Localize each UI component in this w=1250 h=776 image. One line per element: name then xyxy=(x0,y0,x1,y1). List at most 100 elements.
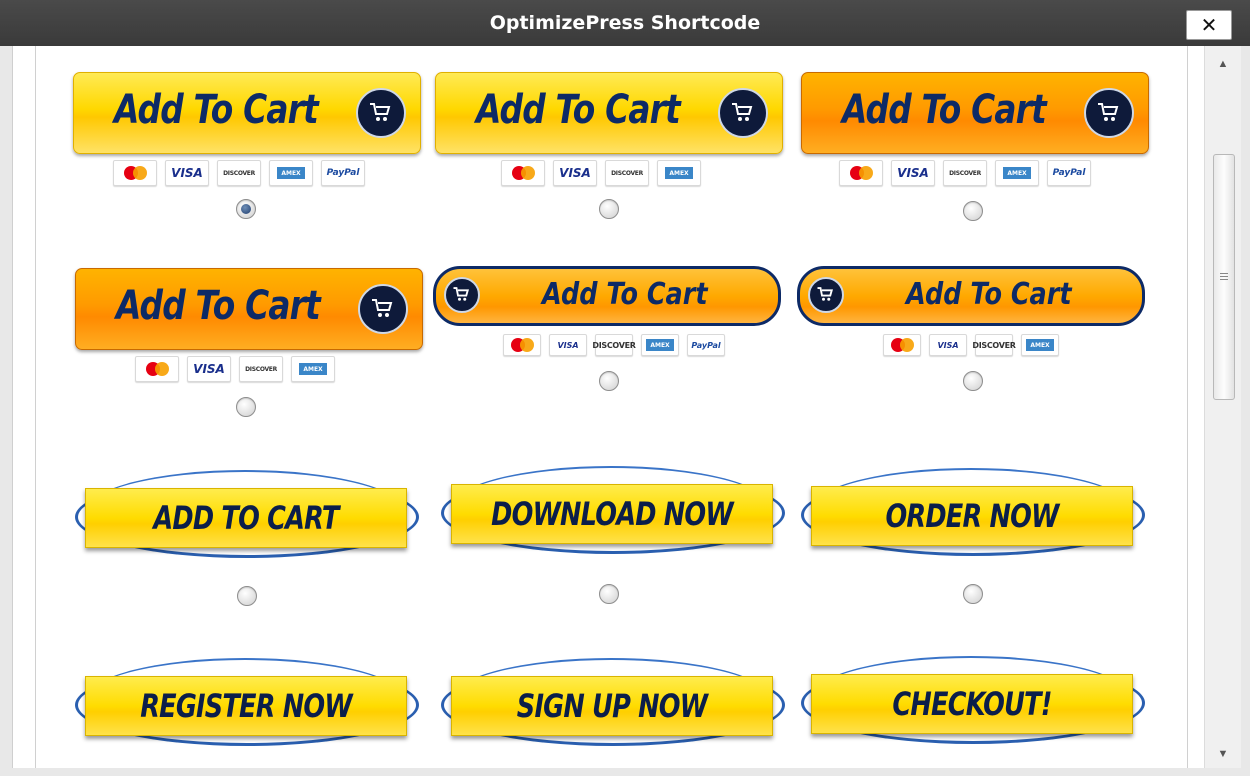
button-label: Add To Cart xyxy=(906,277,1072,312)
style-radio-5[interactable] xyxy=(599,371,619,391)
button-label: ADD TO CART xyxy=(153,499,339,537)
button-label: Add To Cart xyxy=(116,283,321,329)
style-radio-1[interactable] xyxy=(236,199,256,219)
add-to-cart-pill-button-2[interactable]: Add To Cart xyxy=(797,266,1145,326)
swoosh-face: REGISTER NOW xyxy=(85,676,407,736)
radio-selected-dot xyxy=(241,204,251,214)
payment-cards: VISA DISCOVER AMEX xyxy=(501,160,701,186)
cart-icon xyxy=(444,277,480,313)
payment-cards: VISA DISCOVER AMEX PayPal xyxy=(839,160,1091,186)
visa-icon: VISA xyxy=(929,334,967,356)
grip-line xyxy=(1220,273,1228,274)
payment-cards: VISA DISCOVER AMEX xyxy=(883,334,1059,360)
button-label: Add To Cart xyxy=(476,87,681,133)
add-to-cart-button-yellow[interactable]: Add To Cart xyxy=(73,72,421,154)
amex-icon: AMEX xyxy=(641,334,679,356)
discover-icon: DISCOVER xyxy=(605,160,649,186)
swoosh-face: ADD TO CART xyxy=(85,488,407,548)
checkout-swoosh-button[interactable]: CHECKOUT! xyxy=(801,656,1145,746)
grip-line xyxy=(1220,276,1228,277)
mastercard-icon xyxy=(503,334,541,356)
style-radio-3[interactable] xyxy=(963,201,983,221)
content-border-left xyxy=(35,46,36,768)
dialog-title: OptimizePress Shortcode xyxy=(489,12,761,34)
amex-label: AMEX xyxy=(277,167,305,179)
amex-label: AMEX xyxy=(646,339,674,351)
button-label: Add To Cart xyxy=(842,87,1047,133)
cart-icon xyxy=(808,277,844,313)
swoosh-face: SIGN UP NOW xyxy=(451,676,773,736)
button-label: REGISTER NOW xyxy=(140,687,352,725)
discover-icon: DISCOVER xyxy=(592,334,636,356)
style-radio-9[interactable] xyxy=(963,584,983,604)
order-now-swoosh-button[interactable]: ORDER NOW xyxy=(801,468,1145,558)
cart-icon xyxy=(356,88,406,138)
visa-icon: VISA xyxy=(549,334,587,356)
mastercard-icon xyxy=(883,334,921,356)
scrollbar-thumb[interactable] xyxy=(1213,154,1235,400)
swoosh-face: DOWNLOAD NOW xyxy=(451,484,773,544)
button-style-grid: Add To Cart VISA DISCOVER AMEX PayPal Ad… xyxy=(12,46,1206,768)
add-to-cart-button-orange[interactable]: Add To Cart xyxy=(801,72,1149,154)
add-to-cart-button-orange-2[interactable]: Add To Cart xyxy=(75,268,423,350)
visa-icon: VISA xyxy=(553,160,597,186)
style-radio-8[interactable] xyxy=(599,584,619,604)
payment-cards: VISA DISCOVER AMEX PayPal xyxy=(503,334,725,360)
amex-icon: AMEX xyxy=(291,356,335,382)
paypal-icon: PayPal xyxy=(1047,160,1091,186)
add-to-cart-pill-button[interactable]: Add To Cart xyxy=(433,266,781,326)
dialog-bottom-border xyxy=(0,768,1250,776)
add-to-cart-button-yellow-2[interactable]: Add To Cart xyxy=(435,72,783,154)
style-radio-4[interactable] xyxy=(236,397,256,417)
discover-icon: DISCOVER xyxy=(972,334,1016,356)
amex-icon: AMEX xyxy=(1021,334,1059,356)
payment-cards: VISA DISCOVER AMEX xyxy=(135,356,335,382)
shortcode-dialog: OptimizePress Shortcode ✕ Add To Cart VI… xyxy=(0,0,1250,776)
amex-label: AMEX xyxy=(1026,339,1054,351)
discover-icon: DISCOVER xyxy=(217,160,261,186)
add-to-cart-swoosh-button[interactable]: ADD TO CART xyxy=(75,470,419,560)
payment-cards: VISA DISCOVER AMEX PayPal xyxy=(113,160,365,186)
visa-icon: VISA xyxy=(165,160,209,186)
mastercard-icon xyxy=(501,160,545,186)
amex-icon: AMEX xyxy=(657,160,701,186)
sign-up-now-swoosh-button[interactable]: SIGN UP NOW xyxy=(441,658,785,748)
mastercard-icon xyxy=(839,160,883,186)
visa-icon: VISA xyxy=(187,356,231,382)
grip-line xyxy=(1220,279,1228,280)
content-border-right xyxy=(1187,46,1188,768)
button-label: SIGN UP NOW xyxy=(516,687,708,725)
paypal-icon: PayPal xyxy=(687,334,725,356)
cart-icon xyxy=(718,88,768,138)
cart-icon xyxy=(1084,88,1134,138)
swoosh-face: CHECKOUT! xyxy=(811,674,1133,734)
discover-icon: DISCOVER xyxy=(239,356,283,382)
discover-icon: DISCOVER xyxy=(943,160,987,186)
amex-icon: AMEX xyxy=(269,160,313,186)
button-label: Add To Cart xyxy=(542,277,708,312)
visa-icon: VISA xyxy=(891,160,935,186)
scroll-down-arrow-icon[interactable]: ▼ xyxy=(1205,742,1241,766)
swoosh-face: ORDER NOW xyxy=(811,486,1133,546)
amex-label: AMEX xyxy=(665,167,693,179)
register-now-swoosh-button[interactable]: REGISTER NOW xyxy=(75,658,419,748)
style-radio-7[interactable] xyxy=(237,586,257,606)
mastercard-icon xyxy=(113,160,157,186)
button-label: CHECKOUT! xyxy=(892,685,1052,723)
download-now-swoosh-button[interactable]: DOWNLOAD NOW xyxy=(441,466,785,556)
button-label: Add To Cart xyxy=(114,87,319,133)
amex-label: AMEX xyxy=(1003,167,1031,179)
scroll-up-arrow-icon[interactable]: ▲ xyxy=(1205,52,1241,76)
paypal-icon: PayPal xyxy=(321,160,365,186)
amex-icon: AMEX xyxy=(995,160,1039,186)
style-radio-6[interactable] xyxy=(963,371,983,391)
cart-icon xyxy=(358,284,408,334)
button-label: DOWNLOAD NOW xyxy=(491,495,733,533)
close-button[interactable]: ✕ xyxy=(1186,10,1232,40)
style-radio-2[interactable] xyxy=(599,199,619,219)
vertical-scrollbar[interactable]: ▲ ▼ xyxy=(1204,46,1241,768)
mastercard-icon xyxy=(135,356,179,382)
amex-label: AMEX xyxy=(299,363,327,375)
dialog-titlebar: OptimizePress Shortcode ✕ xyxy=(0,0,1250,46)
button-label: ORDER NOW xyxy=(885,497,1059,535)
